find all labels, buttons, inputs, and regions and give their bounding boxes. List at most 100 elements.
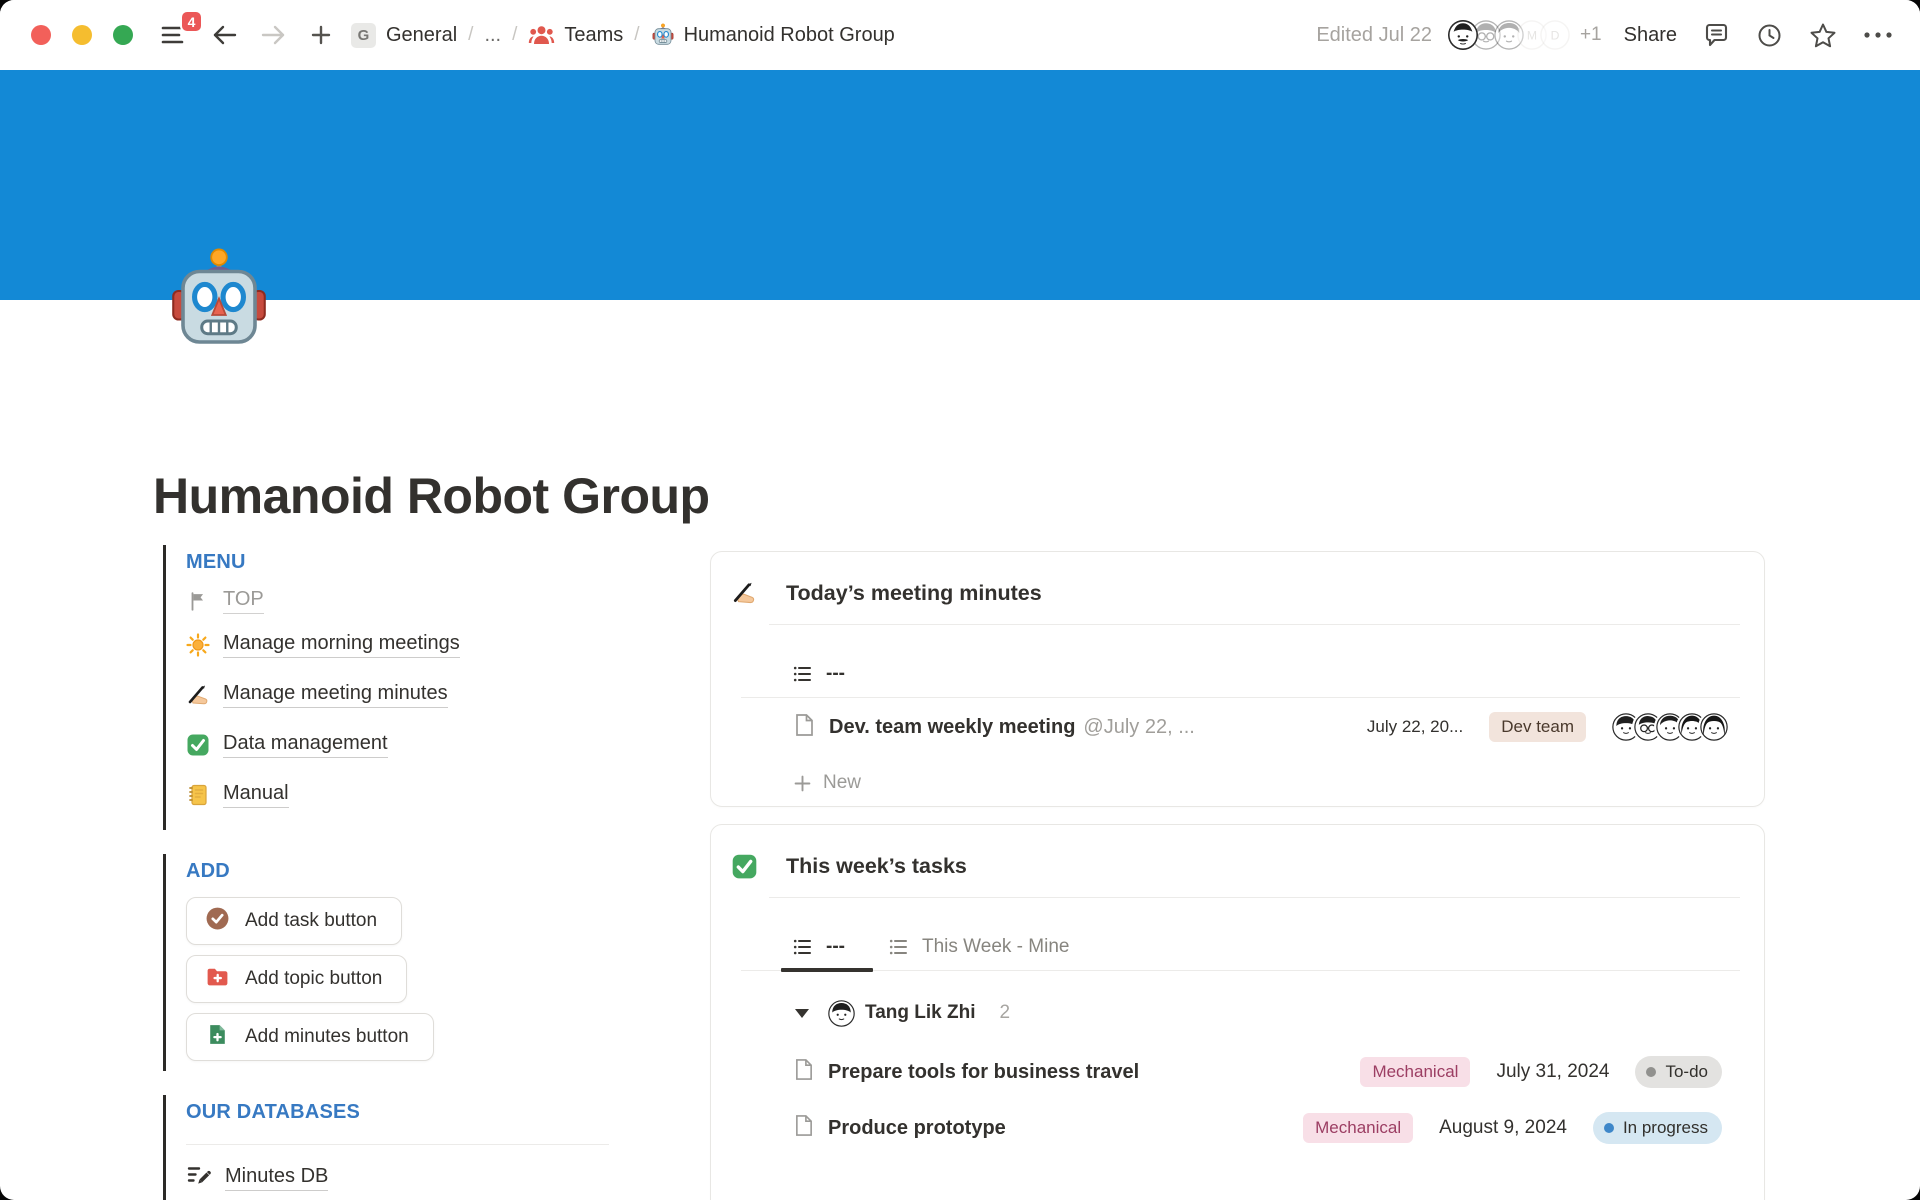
task-title[interactable]: Prepare tools for business travel — [828, 1061, 1139, 1084]
card-title: This week’s tasks — [786, 854, 967, 879]
db-pencil-icon — [186, 1162, 212, 1193]
writing-hand-icon — [731, 580, 757, 606]
last-edited-label: Edited Jul 22 — [1316, 24, 1432, 47]
menu-item-label[interactable]: Manage morning meetings — [223, 632, 460, 658]
green-file-icon — [205, 1022, 230, 1053]
meeting-date-mention: @July 22, ... — [1083, 716, 1194, 739]
add-task-label: Add task button — [245, 910, 377, 932]
task-row[interactable]: Prepare tools for business travel Mechan… — [711, 1047, 1764, 1097]
menu-item-label[interactable]: TOP — [223, 588, 264, 614]
status-badge: To-do — [1635, 1056, 1722, 1088]
green-check-icon — [186, 733, 210, 757]
forward-icon[interactable] — [260, 23, 287, 47]
comments-icon[interactable] — [1703, 22, 1730, 49]
task-due-date: August 9, 2024 — [1439, 1117, 1567, 1139]
view-tab-active[interactable]: --- — [793, 936, 845, 958]
plus-icon — [794, 775, 811, 792]
sidebar-toggle-icon[interactable]: 4 — [159, 22, 189, 48]
breadcrumb-separator: / — [634, 24, 639, 46]
category-badge: Mechanical — [1360, 1057, 1470, 1087]
menu-heading: MENU — [186, 551, 610, 574]
view-tab[interactable]: --- — [793, 663, 845, 685]
avatar-overflow-count: +1 — [1580, 24, 1602, 46]
minimize-window-button[interactable] — [72, 25, 92, 45]
new-meeting-button[interactable]: New — [711, 760, 1764, 806]
collapse-triangle-icon[interactable] — [795, 1009, 809, 1018]
ledger-icon — [186, 783, 210, 807]
breadcrumb-workspace[interactable]: General — [386, 24, 457, 47]
meeting-row[interactable]: Dev. team weekly meeting @July 22, ... J… — [711, 698, 1764, 756]
avatar-boy — [828, 1000, 855, 1027]
breadcrumb-teams[interactable]: Teams — [564, 24, 623, 47]
collaborator-avatars: MD — [1448, 20, 1570, 50]
robot-page-icon — [651, 23, 675, 47]
green-check-icon — [731, 853, 757, 879]
notification-badge: 4 — [180, 10, 203, 33]
view-tab-this-week-mine[interactable]: This Week - Mine — [889, 936, 1069, 958]
menu-item-manual[interactable]: Manual — [186, 770, 610, 820]
traffic-lights — [31, 25, 133, 45]
meeting-date: July 22, 20... — [1367, 717, 1463, 737]
add-section: ADD Add task button Add topic button — [163, 854, 610, 1071]
meeting-minutes-card: Today’s meeting minutes --- Dev. team we… — [710, 551, 1765, 807]
menu-section: MENU TOP Manage morning meetings — [163, 545, 610, 830]
group-name: Tang Lik Zhi — [865, 1002, 975, 1024]
active-tab-indicator — [781, 968, 873, 972]
menu-item-morning-meetings[interactable]: Manage morning meetings — [186, 620, 610, 670]
share-button[interactable]: Share — [1624, 24, 1677, 47]
breadcrumb-page[interactable]: Humanoid Robot Group — [684, 24, 895, 47]
group-count: 2 — [999, 1002, 1010, 1024]
new-button-label: New — [823, 772, 861, 794]
add-minutes-button[interactable]: Add minutes button — [186, 1013, 434, 1061]
database-item-label[interactable]: Minutes DB — [225, 1165, 328, 1191]
databases-heading: OUR DATABASES — [186, 1101, 610, 1124]
task-check-icon — [205, 906, 230, 937]
status-dot — [1646, 1067, 1656, 1077]
add-topic-button[interactable]: Add topic button — [186, 955, 407, 1003]
avatar-mustache — [1448, 20, 1478, 50]
database-item-minutes-db[interactable]: Minutes DB — [186, 1162, 610, 1193]
back-icon[interactable] — [211, 23, 238, 47]
title-bar: 4 G General / ... / Teams / Humanoid Rob… — [0, 0, 1920, 70]
team-badge: Dev team — [1489, 712, 1586, 742]
menu-item-meeting-minutes[interactable]: Manage meeting minutes — [186, 670, 610, 720]
view-tab-label: --- — [826, 663, 845, 685]
task-title[interactable]: Produce prototype — [828, 1117, 1006, 1140]
page-file-icon — [794, 1114, 814, 1142]
page-title[interactable]: Humanoid Robot Group — [153, 467, 710, 525]
add-task-button[interactable]: Add task button — [186, 897, 402, 945]
new-tab-icon[interactable] — [309, 23, 333, 47]
workspace-chip[interactable]: G — [351, 23, 376, 48]
breadcrumb-ellipsis[interactable]: ... — [484, 24, 501, 47]
group-header-row[interactable]: Tang Lik Zhi 2 — [711, 985, 1764, 1041]
menu-item-label[interactable]: Manual — [223, 782, 289, 808]
weekly-tasks-card: This week’s tasks --- This Week - Mine — [710, 824, 1765, 1200]
flag-icon — [186, 589, 210, 613]
menu-item-top[interactable]: TOP — [186, 582, 610, 620]
app-window: 4 G General / ... / Teams / Humanoid Rob… — [0, 0, 1920, 1200]
divider — [186, 1144, 609, 1145]
history-clock-icon[interactable] — [1756, 22, 1783, 49]
close-window-button[interactable] — [31, 25, 51, 45]
add-minutes-label: Add minutes button — [245, 1026, 409, 1048]
zoom-window-button[interactable] — [113, 25, 133, 45]
menu-column: MENU TOP Manage morning meetings — [163, 545, 610, 1200]
page-file-icon — [794, 1058, 814, 1086]
menu-item-label[interactable]: Manage meeting minutes — [223, 682, 448, 708]
favorite-star-icon[interactable] — [1809, 22, 1837, 49]
menu-item-label[interactable]: Data management — [223, 732, 388, 758]
page-robot-emoji-icon[interactable] — [165, 246, 273, 354]
svg-text:D: D — [1551, 29, 1560, 43]
meeting-title[interactable]: Dev. team weekly meeting — [829, 716, 1075, 739]
more-options-icon[interactable] — [1863, 31, 1893, 39]
tab-bar-divider — [741, 970, 1740, 971]
add-heading: ADD — [186, 860, 610, 883]
databases-section: OUR DATABASES Minutes DB — [163, 1095, 610, 1200]
menu-item-data-management[interactable]: Data management — [186, 720, 610, 770]
red-folder-icon — [205, 964, 230, 995]
avatar-D: D — [1540, 20, 1570, 50]
page-cover[interactable] — [0, 70, 1920, 300]
svg-text:M: M — [1527, 29, 1537, 43]
task-row[interactable]: Produce prototype Mechanical August 9, 2… — [711, 1103, 1764, 1153]
view-tab-label: This Week - Mine — [922, 936, 1069, 958]
